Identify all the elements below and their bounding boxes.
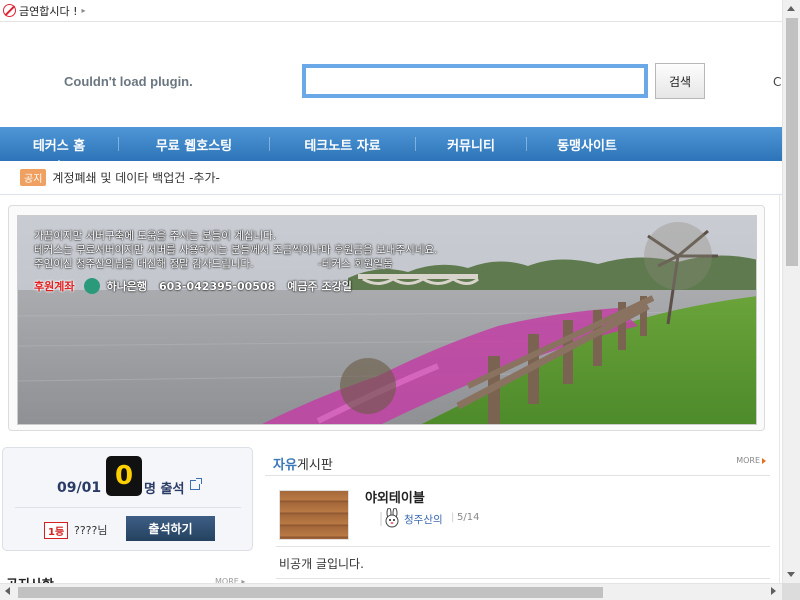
free-board-header: 자유게시판 MORE: [265, 446, 770, 476]
notice-link[interactable]: 계정폐쇄 및 데이타 백업건 -추가-: [52, 169, 219, 186]
banner-image: 가끔이지만 서버구축에 도움을 주시는 분들이 계십니다. 테커스는 무료서버이…: [17, 215, 757, 425]
banner-text-line3: 주인이신 청주산의님을 대신해 정말 감사드립니다.: [34, 258, 254, 270]
nav-allied-sites[interactable]: 동맹사이트: [527, 135, 647, 154]
no-smoking-icon: [3, 4, 16, 17]
post-date: 5/14: [457, 512, 480, 523]
top-status-bar: 금연합시다 ! ▸: [0, 0, 782, 22]
attendance-unit: 명 출석: [144, 482, 185, 497]
scroll-up-arrow-icon[interactable]: [787, 6, 795, 11]
nav-community[interactable]: 커뮤니티: [416, 135, 526, 154]
board-more-link[interactable]: MORE: [736, 456, 766, 465]
board-title-highlight: 자유: [273, 458, 297, 473]
scroll-down-arrow-icon[interactable]: [787, 572, 795, 577]
bank-logo-icon: [84, 278, 101, 294]
horizontal-scroll-thumb[interactable]: [18, 587, 603, 598]
post-title[interactable]: 야외테이블: [365, 487, 425, 506]
divider: [15, 507, 241, 508]
scroll-left-arrow-icon[interactable]: [5, 587, 10, 595]
board-title: 자유게시판: [273, 454, 333, 473]
scrollbar-corner: [782, 583, 800, 600]
content-right-border: [779, 195, 780, 583]
vertical-scrollbar[interactable]: [782, 0, 800, 583]
sponsor-label: 후원계좌: [34, 280, 75, 293]
banner-frame: 가끔이지만 서버구축에 도움을 주시는 분들이 계십니다. 테커스는 무료서버이…: [8, 205, 765, 431]
post-meta-separator: |: [451, 512, 455, 523]
notice-ticker: 공지 계정폐쇄 및 데이타 백업건 -추가-: [0, 161, 782, 195]
bank-name: 하나은행: [106, 280, 147, 293]
horizontal-scrollbar[interactable]: [0, 583, 782, 600]
nav-technote[interactable]: 테크노트 자료: [270, 135, 415, 154]
notice-badge: 공지: [20, 169, 47, 186]
bank-account: 603-042395-00508: [158, 279, 276, 293]
nav-home[interactable]: 테커스 홈: [0, 135, 118, 164]
banner-text-line2: 테커스는 무료서버이지만 서버를 사용하시는 분들께서 조금씩이나마 후원금을 …: [34, 244, 438, 256]
search-input[interactable]: [302, 64, 648, 98]
vertical-scroll-thumb[interactable]: [786, 18, 798, 266]
main-nav: 테커스 홈 무료 웹호스팅 테크노트 자료 커뮤니티 동맹사이트: [0, 127, 782, 164]
scroll-right-arrow-icon[interactable]: [771, 587, 776, 595]
divider: [276, 578, 770, 579]
account-holder: 예금주 조강일: [287, 280, 352, 293]
sponsor-info: 후원계좌 하나은행 603-042395-00508 예금주 조강일: [34, 278, 364, 294]
header-cutoff-text: C: [773, 75, 782, 89]
post-author[interactable]: 청주산의: [404, 512, 443, 527]
rabbit-avatar-icon: [380, 508, 399, 528]
private-post[interactable]: 비공개 글입니다.: [279, 555, 364, 572]
search-button[interactable]: 검색: [655, 63, 705, 99]
topbar-arrow-icon[interactable]: ▸: [82, 6, 86, 15]
rank-user: ????님: [74, 524, 108, 537]
external-link-icon[interactable]: [190, 478, 202, 490]
attendance-date: 09/01: [57, 480, 102, 496]
board-title-rest: 게시판: [296, 458, 333, 473]
divider: [276, 546, 770, 547]
post-thumbnail[interactable]: [279, 490, 349, 540]
banner-text-line1: 가끔이지만 서버구축에 도움을 주시는 분들이 계십니다.: [34, 230, 277, 242]
rank-badge: 1등: [44, 522, 69, 539]
attendance-count: 0: [106, 456, 142, 496]
attendance-widget: 09/01 0 명 출석 1등 ????님 출석하기: [2, 447, 253, 551]
nav-free-hosting[interactable]: 무료 웹호스팅: [119, 135, 269, 154]
topbar-message: 금연합시다 !: [19, 4, 78, 18]
banner-signature: -테커스 회원일동: [318, 258, 393, 270]
check-in-button[interactable]: 출석하기: [126, 516, 215, 541]
plugin-error-message: Couldn't load plugin.: [64, 74, 193, 89]
